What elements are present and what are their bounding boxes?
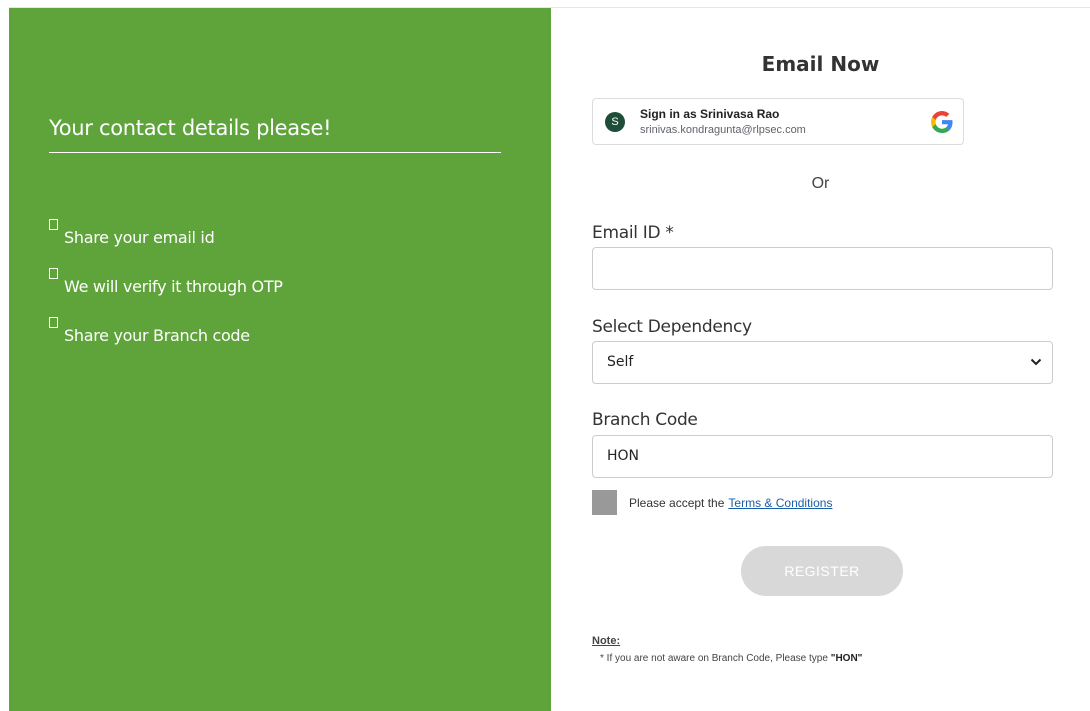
info-panel-title: Your contact details please! (49, 116, 501, 153)
top-border (9, 0, 1090, 8)
avatar: S (605, 112, 625, 132)
terms-checkbox[interactable] (592, 490, 617, 515)
terms-link[interactable]: Terms & Conditions (728, 496, 832, 510)
left-gutter (0, 0, 9, 711)
terms-text: Please accept the (629, 495, 725, 510)
dependency-select[interactable]: Self (592, 341, 1053, 384)
google-account-name: Sign in as Srinivasa Rao (640, 107, 780, 121)
steps-list: Share your email id We will verify it th… (49, 216, 283, 363)
register-button[interactable]: REGISTER (741, 546, 903, 596)
bullet-box-icon (49, 268, 58, 279)
branch-code-label: Branch Code (592, 410, 698, 430)
step-item: Share your email id (49, 216, 283, 265)
dependency-selected-value: Self (607, 354, 634, 370)
note-text-prefix: * If you are not aware on Branch Code, P… (600, 653, 828, 664)
google-account-email: srinivas.kondragunta@rlpsec.com (640, 124, 806, 136)
google-g-icon (931, 111, 953, 133)
bullet-box-icon (49, 317, 58, 328)
form-title: Email Now (761, 52, 880, 76)
info-panel: Your contact details please! Share your … (9, 8, 551, 711)
step-text: Share your email id (64, 228, 215, 247)
email-field[interactable] (592, 247, 1053, 290)
step-item: We will verify it through OTP (49, 265, 283, 314)
or-separator: Or (811, 175, 830, 192)
email-label: Email ID * (592, 223, 674, 243)
note-heading: Note: (592, 635, 621, 647)
form-panel: Email Now S Sign in as Srinivasa Rao sri… (551, 8, 1090, 711)
note-text: * If you are not aware on Branch Code, P… (600, 653, 862, 664)
step-item: Share your Branch code (49, 314, 283, 363)
google-signin-button[interactable]: S Sign in as Srinivasa Rao srinivas.kond… (592, 98, 964, 145)
note-branch-code: "HON" (830, 653, 863, 664)
branch-code-field[interactable]: HON (592, 435, 1053, 478)
step-text: We will verify it through OTP (64, 277, 283, 296)
terms-row: Please accept the Terms & Conditions (592, 490, 832, 515)
bullet-box-icon (49, 219, 58, 230)
step-text: Share your Branch code (64, 326, 250, 345)
dependency-label: Select Dependency (592, 317, 752, 337)
chevron-down-icon (1030, 358, 1042, 366)
